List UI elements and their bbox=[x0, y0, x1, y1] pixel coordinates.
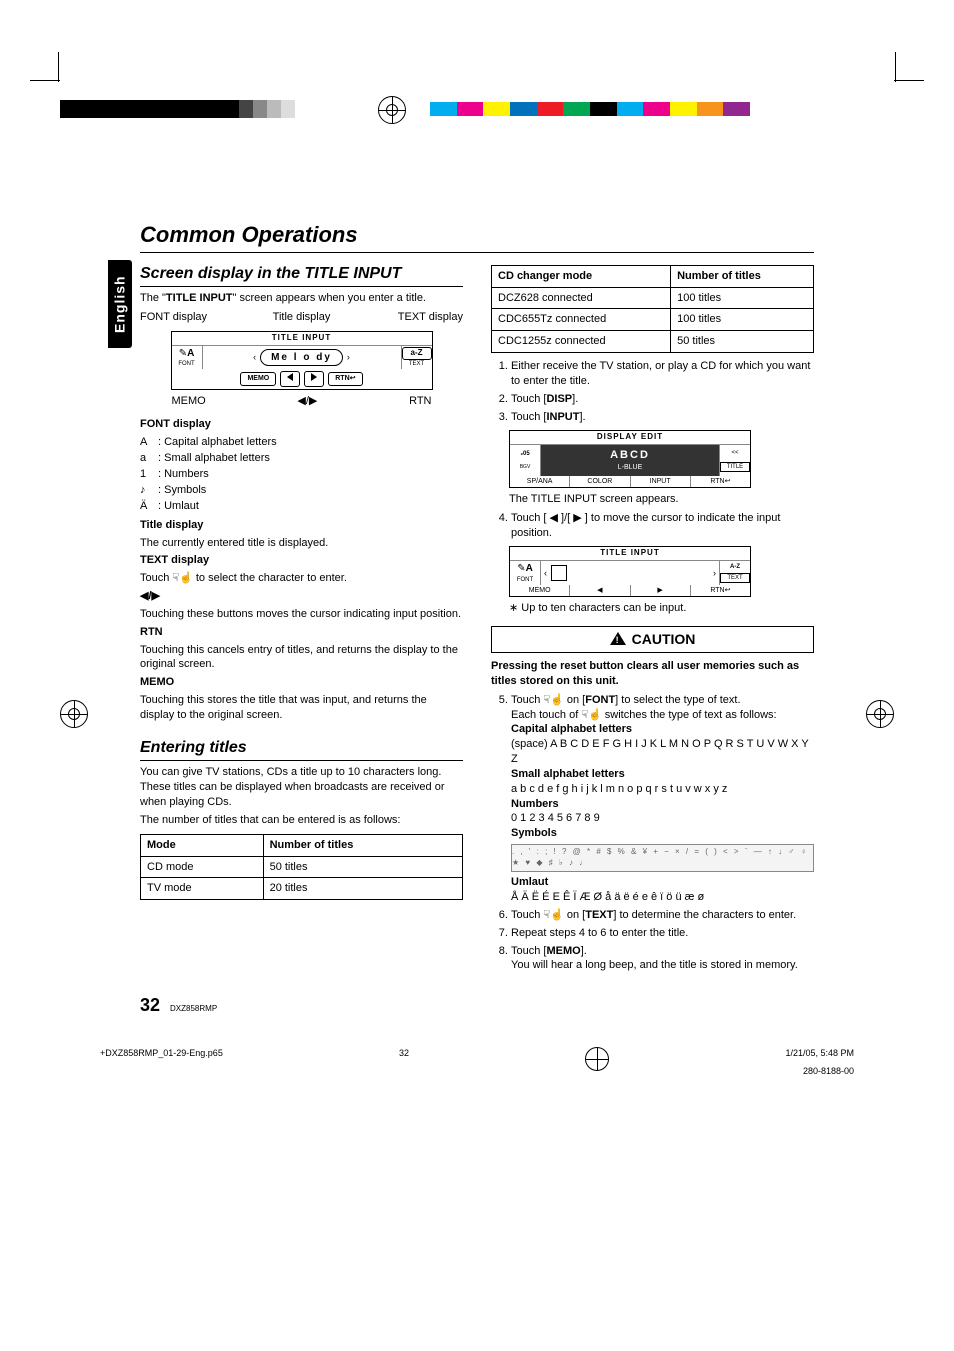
title-input-screen-diagram: TITLE INPUT ✎A FONT ‹ Me l o dy › a-Z bbox=[171, 331, 433, 390]
body-text: The currently entered title is displayed… bbox=[140, 536, 463, 551]
sub-heading: MEMO bbox=[140, 675, 463, 690]
lcd-left-panel: ✎A FONT bbox=[172, 346, 203, 370]
list-item: Repeat steps 4 to 6 to enter the title. bbox=[511, 926, 814, 941]
body-text: Touching these buttons moves the cursor … bbox=[140, 607, 463, 622]
print-registration-marks bbox=[0, 100, 954, 180]
sub-heading: FONT display bbox=[140, 417, 463, 432]
sub-heading: Title display bbox=[140, 518, 463, 533]
lcd-header: TITLE INPUT bbox=[172, 332, 432, 346]
mode-titles-table: ModeNumber of titles CD mode50 titles TV… bbox=[140, 834, 463, 901]
right-column: CD changer modeNumber of titles DCZ628 c… bbox=[491, 259, 814, 978]
lcd-button-row: MEMO RTN↩ bbox=[172, 369, 432, 388]
source-file: +DXZ858RMP_01-29-Eng.p65 bbox=[100, 1047, 223, 1071]
color-bar bbox=[430, 102, 750, 116]
list-item: Either receive the TV station, or play a… bbox=[511, 359, 814, 389]
section-heading: Screen display in the TITLE INPUT bbox=[140, 263, 463, 288]
list-item: Touch [ ◀ ]/[ ▶ ] to move the cursor to … bbox=[511, 511, 814, 541]
grey-steps bbox=[225, 100, 295, 118]
diagram-under-labels: MEMO ◀/▶ RTN bbox=[172, 394, 432, 409]
body-text: The TITLE INPUT screen appears. bbox=[509, 492, 814, 507]
body-text: Touching this stores the title that was … bbox=[140, 693, 463, 723]
section-heading: Entering titles bbox=[140, 737, 463, 762]
triangle-right-icon bbox=[311, 373, 317, 381]
left-column: Screen display in the TITLE INPUT The "T… bbox=[140, 259, 463, 978]
steps-list: Touch ☟☝ on [FONT] to select the type of… bbox=[491, 693, 814, 974]
lcd-right-panel: a-Z TEXT bbox=[401, 346, 432, 370]
list-item: Touch ☟☝ on [TEXT] to determine the char… bbox=[511, 908, 814, 923]
sub-heading: TEXT display bbox=[140, 553, 463, 568]
body-text: The "TITLE INPUT" screen appears when yo… bbox=[140, 291, 463, 306]
diagram-labels: FONT display Title display TEXT display bbox=[140, 310, 463, 325]
table-row: CDC1255z connected50 titles bbox=[492, 331, 814, 353]
page-number: 32 bbox=[140, 993, 160, 1017]
crop-mark bbox=[30, 80, 60, 81]
body-text: Touch ☟☝ to select the character to ente… bbox=[140, 571, 463, 586]
definition-list: A: Capital alphabet letters a: Small alp… bbox=[140, 435, 463, 513]
print-page: 32 bbox=[399, 1047, 409, 1071]
title-input-screen-diagram: TITLE INPUT ✎AFONT ‹› A-ZTEXT MEMO◀▶RTN↩ bbox=[509, 546, 751, 597]
list-item: Touch ☟☝ on [FONT] to select the type of… bbox=[511, 693, 814, 905]
sub-heading: RTN bbox=[140, 625, 463, 640]
language-tab: English bbox=[108, 260, 132, 348]
lcd-title-field: ‹ Me l o dy › bbox=[203, 346, 401, 370]
page-footer: 32 DXZ858RMP bbox=[140, 993, 814, 1017]
steps-list: Touch [ ◀ ]/[ ▶ ] to move the cursor to … bbox=[491, 511, 814, 541]
body-text: The number of titles that can be entered… bbox=[140, 813, 463, 828]
doc-code: 280-8188-00 bbox=[803, 1065, 854, 1077]
registration-mark-icon bbox=[585, 1047, 609, 1071]
registration-mark-icon bbox=[866, 700, 894, 728]
crop-mark bbox=[895, 52, 896, 82]
table-row: CD mode50 titles bbox=[141, 856, 463, 878]
list-item: Touch [MEMO]. You will hear a long beep,… bbox=[511, 944, 814, 974]
list-item: Touch [DISP]. bbox=[511, 392, 814, 407]
changer-titles-table: CD changer modeNumber of titles DCZ628 c… bbox=[491, 265, 814, 353]
crop-mark bbox=[58, 52, 59, 82]
page-title: Common Operations bbox=[140, 220, 814, 253]
model-number: DXZ858RMP bbox=[170, 1004, 217, 1015]
caution-text: Pressing the reset button clears all use… bbox=[491, 659, 814, 689]
table-row: CDC655Tz connected100 titles bbox=[492, 309, 814, 331]
triangle-left-icon bbox=[287, 373, 293, 381]
steps-list: Either receive the TV station, or play a… bbox=[491, 359, 814, 424]
warning-icon bbox=[610, 632, 626, 645]
registration-mark-icon bbox=[60, 700, 88, 728]
caution-box: CAUTION bbox=[491, 626, 814, 653]
body-text: Touching this cancels entry of titles, a… bbox=[140, 643, 463, 673]
list-item: Touch [INPUT]. bbox=[511, 410, 814, 425]
crop-mark bbox=[894, 80, 924, 81]
sub-heading: ◀/▶ bbox=[140, 589, 463, 604]
table-row: DCZ628 connected100 titles bbox=[492, 287, 814, 309]
print-footer: +DXZ858RMP_01-29-Eng.p65 32 1/21/05, 5:4… bbox=[100, 1047, 854, 1071]
registration-mark-icon bbox=[378, 96, 406, 124]
body-text: You can give TV stations, CDs a title up… bbox=[140, 765, 463, 810]
note-text: Up to ten characters can be input. bbox=[509, 601, 814, 616]
table-row: TV mode20 titles bbox=[141, 878, 463, 900]
display-edit-screen-diagram: DISPLAY EDIT ₂05BGV ABCD L-BLUE <<TITLE … bbox=[509, 430, 751, 488]
symbols-graphic: . , ' : ; ! ? @ * # $ % & ¥ + − × / = ( … bbox=[511, 844, 814, 872]
